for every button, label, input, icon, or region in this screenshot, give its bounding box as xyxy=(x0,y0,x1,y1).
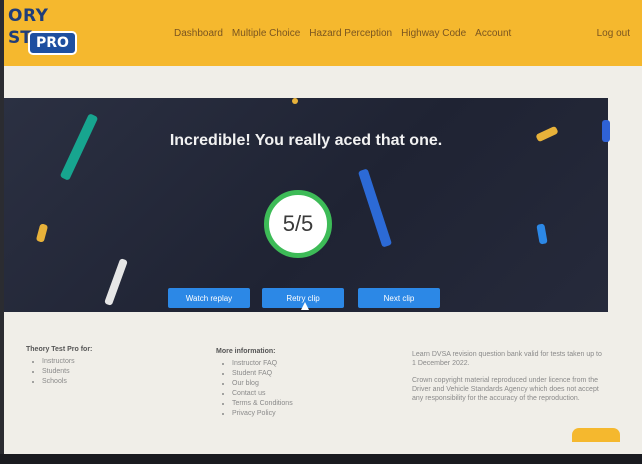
footer-link-instructors[interactable]: Instructors xyxy=(42,358,156,365)
top-navigation-bar: ORY ST PRO Dashboard Multiple Choice Haz… xyxy=(4,0,642,66)
footer-link-contact[interactable]: Contact us xyxy=(232,390,356,397)
mouse-cursor-icon xyxy=(301,302,309,310)
footer-legal-text: Learn DVSA revision question bank valid … xyxy=(412,351,602,367)
watch-replay-button[interactable]: Watch replay xyxy=(168,288,250,308)
result-heading: Incredible! You really aced that one. xyxy=(169,132,443,149)
nav-highway-code[interactable]: Highway Code xyxy=(401,28,466,39)
chat-tab-button[interactable] xyxy=(572,428,620,442)
score-value: 5/5 xyxy=(282,211,314,236)
confetti-ribbon xyxy=(104,258,128,306)
confetti-ribbon xyxy=(357,168,393,248)
confetti-piece xyxy=(536,223,548,245)
next-clip-button[interactable]: Next clip xyxy=(358,288,440,308)
footer-link-privacy[interactable]: Privacy Policy xyxy=(232,410,356,417)
footer-link-schools[interactable]: Schools xyxy=(42,378,156,385)
nav-multiple-choice[interactable]: Multiple Choice xyxy=(232,28,300,39)
main-nav: Dashboard Multiple Choice Hazard Percept… xyxy=(174,28,511,39)
score-ring: 5/5 xyxy=(264,190,332,258)
logo-pro-badge: PRO xyxy=(28,31,77,55)
footer-link-student-faq[interactable]: Student FAQ xyxy=(232,370,356,377)
confetti-piece xyxy=(292,98,298,104)
nav-hazard-perception[interactable]: Hazard Perception xyxy=(309,28,392,39)
footer-column-info: More information: Instructor FAQ Student… xyxy=(216,348,356,420)
result-panel: Incredible! You really aced that one. 5/… xyxy=(4,98,610,312)
footer-heading: More information: xyxy=(216,348,276,355)
footer-heading: Theory Test Pro for: xyxy=(26,346,93,353)
footer-link-terms[interactable]: Terms & Conditions xyxy=(232,400,356,407)
footer-column-audience: Theory Test Pro for: Instructors Student… xyxy=(26,346,156,388)
footer-legal-text: Crown copyright material reproduced unde… xyxy=(412,377,599,402)
site-footer: Theory Test Pro for: Instructors Student… xyxy=(0,330,642,454)
theory-test-pro-logo[interactable]: ORY ST PRO xyxy=(8,6,86,62)
footer-link-blog[interactable]: Our blog xyxy=(232,380,356,387)
nav-dashboard[interactable]: Dashboard xyxy=(174,28,223,39)
footer-link-instructor-faq[interactable]: Instructor FAQ xyxy=(232,360,356,367)
logo-text-line1: ORY xyxy=(8,6,49,26)
confetti-piece xyxy=(35,223,49,243)
monitor-bezel-bottom xyxy=(0,454,642,464)
footer-column-legal: Learn DVSA revision question bank valid … xyxy=(412,350,602,411)
nav-account[interactable]: Account xyxy=(475,28,511,39)
footer-link-students[interactable]: Students xyxy=(42,368,156,375)
logout-link[interactable]: Log out xyxy=(597,28,630,39)
